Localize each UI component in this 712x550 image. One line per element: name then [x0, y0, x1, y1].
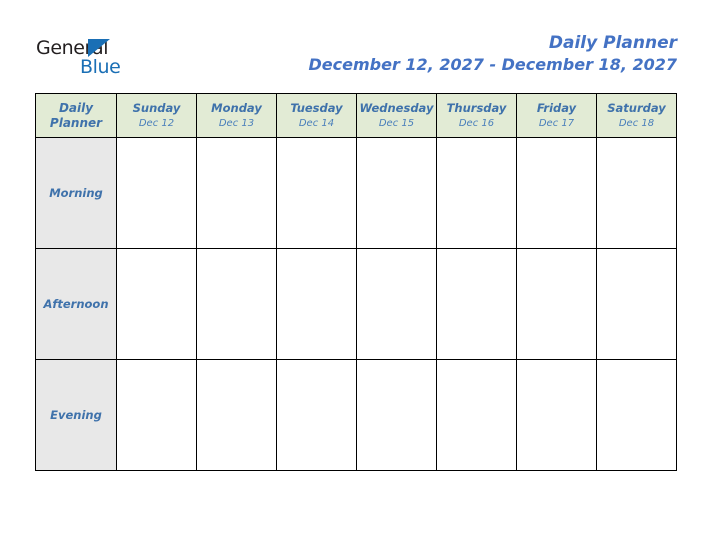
day-header-saturday: Saturday Dec 18 — [596, 93, 677, 138]
slot-evening-saturday[interactable] — [596, 359, 677, 471]
daily-planner-table: Daily Planner Sunday Dec 12 Monday Dec 13 Tu… — [35, 93, 677, 471]
slot-evening-monday[interactable] — [196, 359, 277, 471]
period-label-text: Morning — [49, 186, 103, 200]
title-block: Daily Planner December 12, 2027 - Decemb… — [309, 32, 677, 76]
slot-evening-wednesday[interactable] — [356, 359, 437, 471]
period-label-afternoon: Afternoon — [35, 248, 117, 360]
slot-afternoon-tuesday[interactable] — [276, 248, 357, 360]
day-name: Monday — [211, 100, 262, 115]
day-date: Dec 15 — [378, 117, 415, 129]
table-row: Afternoon — [35, 248, 677, 360]
day-name: Thursday — [446, 100, 507, 115]
slot-morning-thursday[interactable] — [436, 137, 517, 249]
page-title: Daily Planner — [548, 33, 677, 53]
day-name: Saturday — [607, 100, 666, 115]
brand-name-blue: Blue — [80, 56, 121, 78]
period-label-text: Afternoon — [43, 297, 109, 311]
day-date: Dec 14 — [298, 117, 335, 129]
slot-evening-friday[interactable] — [516, 359, 597, 471]
slot-morning-monday[interactable] — [196, 137, 277, 249]
slot-morning-sunday[interactable] — [116, 137, 197, 249]
day-date: Dec 16 — [458, 117, 495, 129]
day-date: Dec 18 — [618, 117, 655, 129]
slot-morning-tuesday[interactable] — [276, 137, 357, 249]
period-label-text: Evening — [50, 408, 102, 422]
page-header: General Blue Daily Planner December 12, … — [0, 0, 712, 93]
slot-afternoon-sunday[interactable] — [116, 248, 197, 360]
slot-morning-wednesday[interactable] — [356, 137, 437, 249]
slot-morning-friday[interactable] — [516, 137, 597, 249]
slot-morning-saturday[interactable] — [596, 137, 677, 249]
slot-afternoon-monday[interactable] — [196, 248, 277, 360]
day-header-monday: Monday Dec 13 — [196, 93, 277, 138]
day-header-thursday: Thursday Dec 16 — [436, 93, 517, 138]
table-row: Evening — [35, 359, 677, 471]
table-body: Morning Afternoon Evening — [35, 137, 677, 471]
day-name: Friday — [536, 100, 577, 115]
slot-evening-thursday[interactable] — [436, 359, 517, 471]
slot-evening-tuesday[interactable] — [276, 359, 357, 471]
corner-label-line1: Daily — [58, 100, 94, 115]
day-date: Dec 13 — [218, 117, 255, 129]
brand-logo: General Blue — [36, 38, 156, 80]
day-header-friday: Friday Dec 17 — [516, 93, 597, 138]
day-name: Tuesday — [290, 100, 343, 115]
day-date: Dec 17 — [538, 117, 575, 129]
table-header: Daily Planner Sunday Dec 12 Monday Dec 13 Tu… — [35, 93, 677, 138]
slot-evening-sunday[interactable] — [116, 359, 197, 471]
slot-afternoon-wednesday[interactable] — [356, 248, 437, 360]
day-name: Wednesday — [359, 100, 434, 115]
corner-cell: Daily Planner — [35, 93, 117, 138]
day-name: Sunday — [132, 100, 181, 115]
table-row: Morning — [35, 137, 677, 249]
day-header-tuesday: Tuesday Dec 14 — [276, 93, 357, 138]
day-header-sunday: Sunday Dec 12 — [116, 93, 197, 138]
triangle-icon — [88, 39, 110, 57]
slot-afternoon-saturday[interactable] — [596, 248, 677, 360]
period-label-morning: Morning — [35, 137, 117, 249]
corner-label-line2: Planner — [49, 115, 103, 130]
slot-afternoon-thursday[interactable] — [436, 248, 517, 360]
day-header-wednesday: Wednesday Dec 15 — [356, 93, 437, 138]
date-range: December 12, 2027 - December 18, 2027 — [308, 55, 677, 74]
period-label-evening: Evening — [35, 359, 117, 471]
slot-afternoon-friday[interactable] — [516, 248, 597, 360]
table-header-row: Daily Planner Sunday Dec 12 Monday Dec 13 Tu… — [35, 93, 677, 138]
day-date: Dec 12 — [138, 117, 175, 129]
